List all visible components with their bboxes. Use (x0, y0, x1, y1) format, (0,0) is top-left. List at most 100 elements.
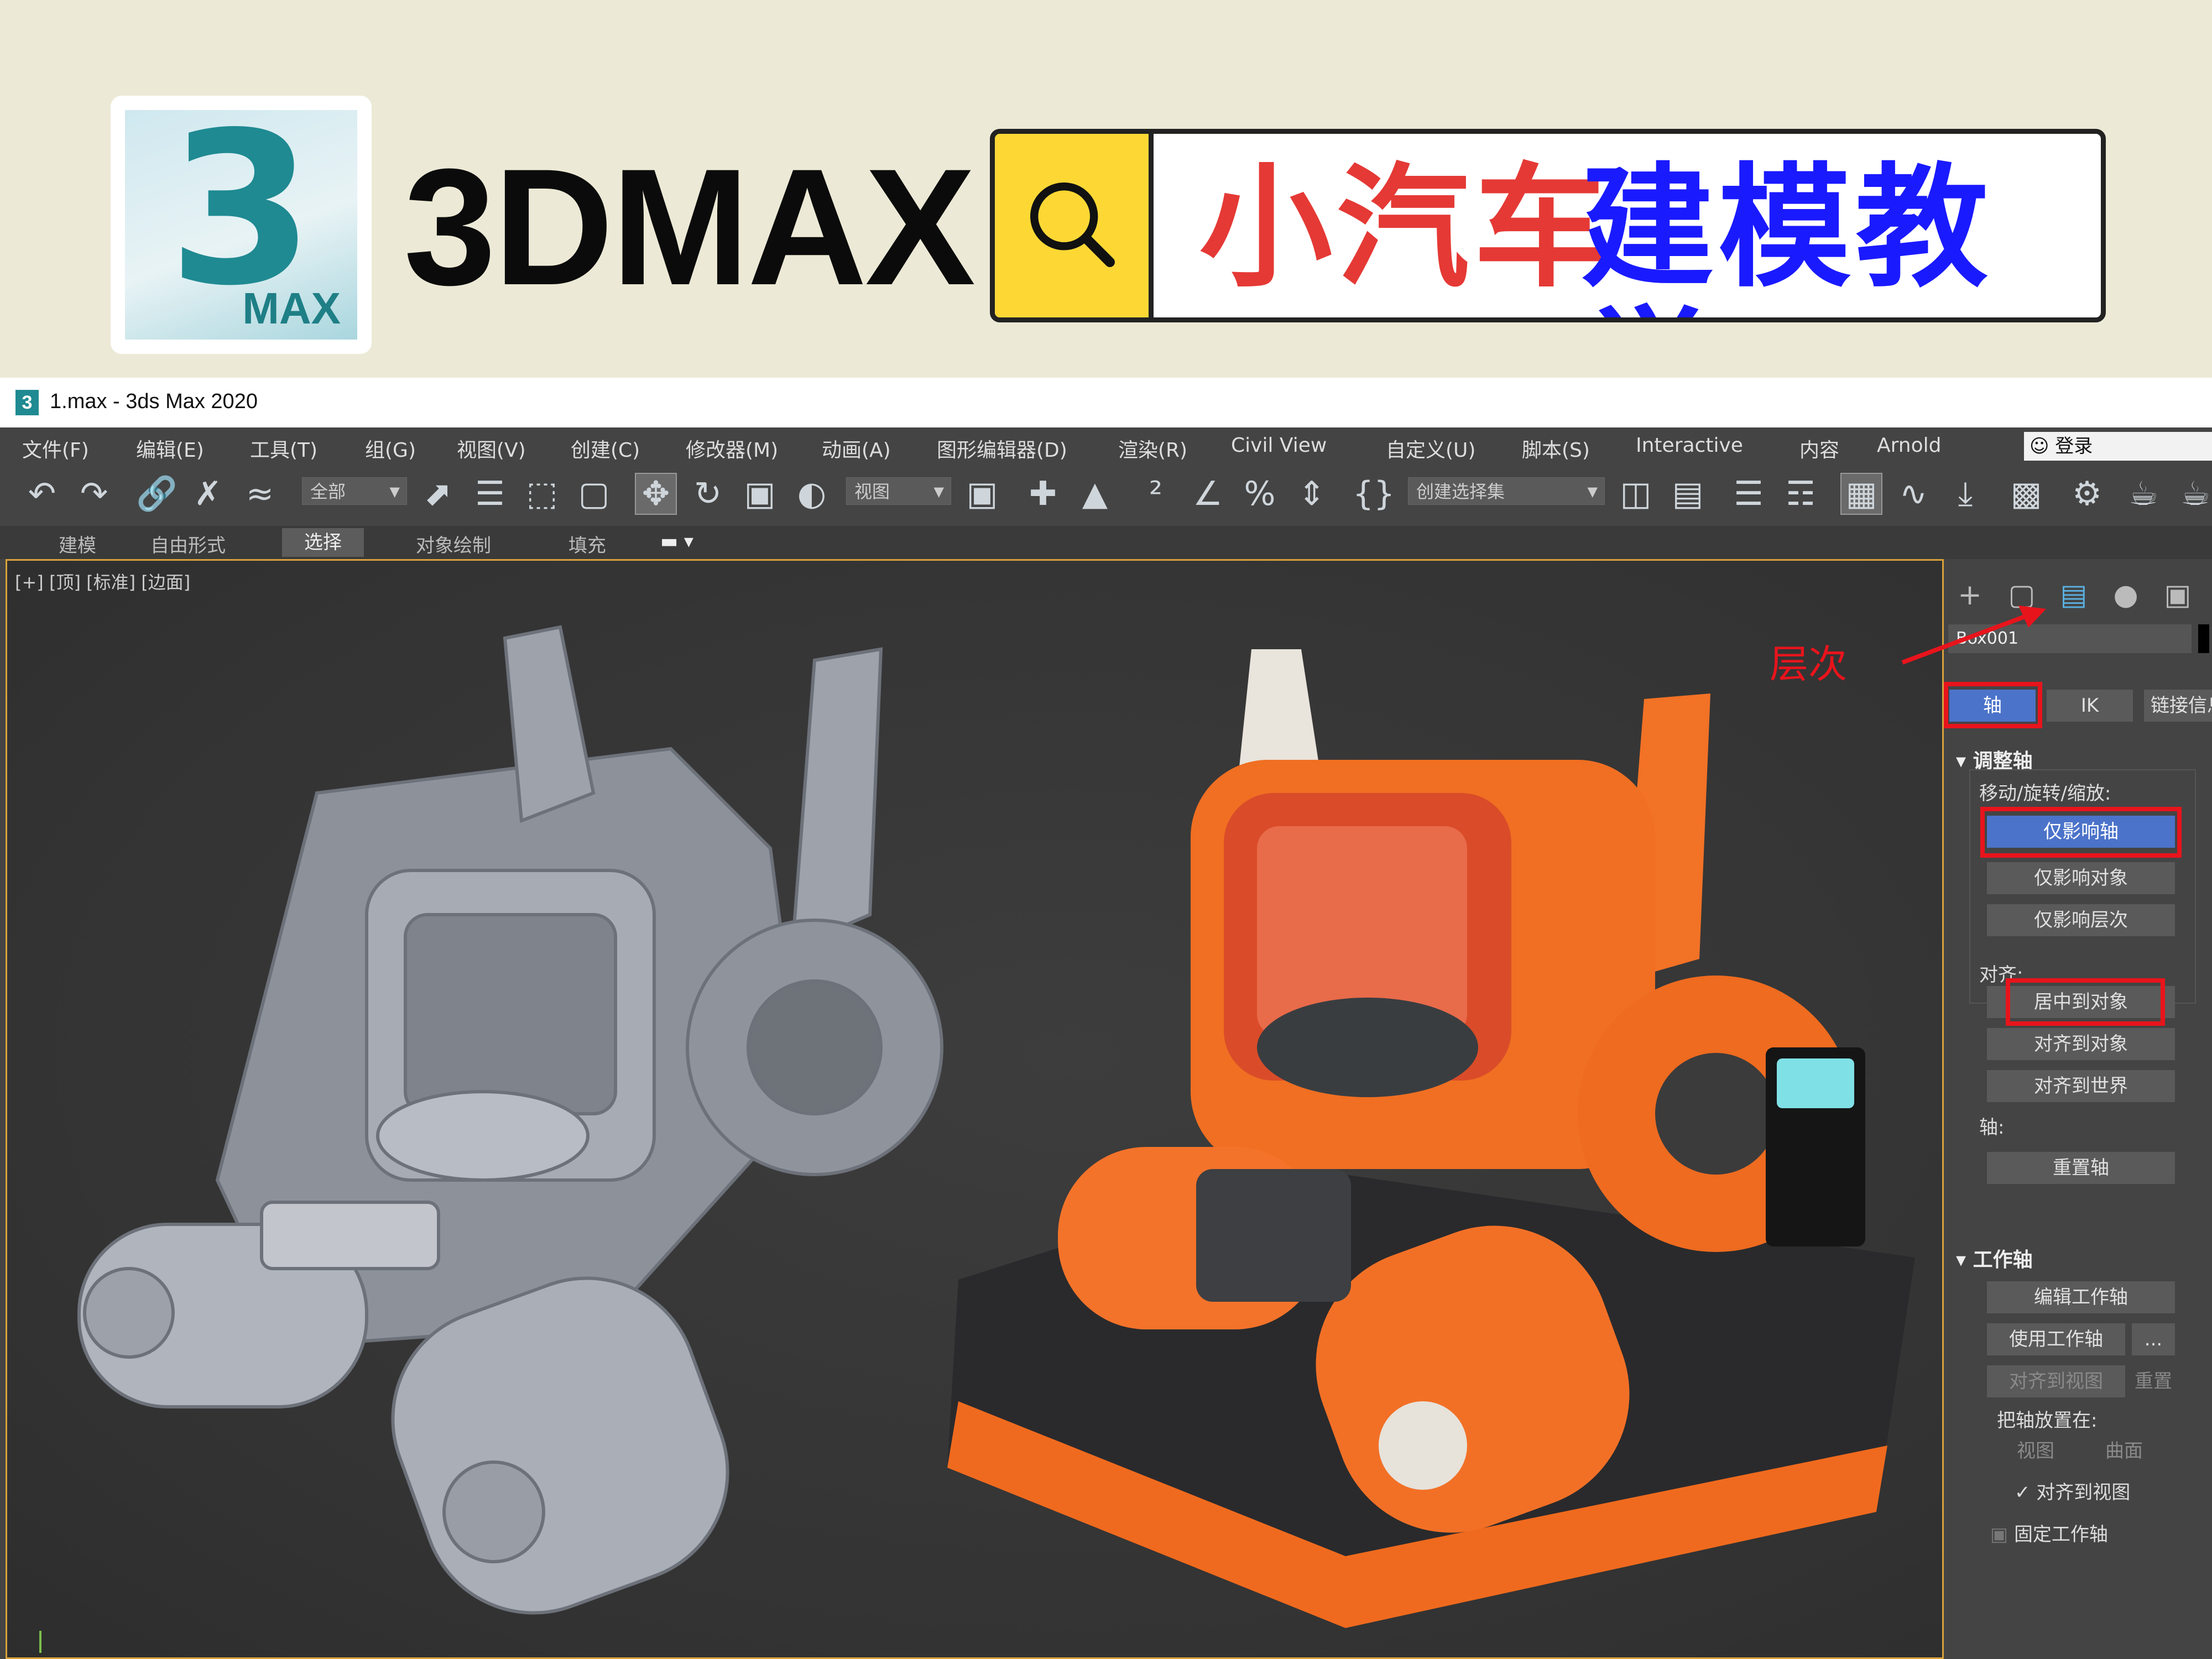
keyboard-shortcut-icon[interactable]: ▲ (1075, 474, 1115, 514)
login-label: 登录 (2055, 435, 2093, 457)
scene-explorer-icon[interactable]: ☰ (1729, 474, 1768, 514)
scene-render (39, 625, 1915, 1653)
menu-file[interactable]: 文件(F) (22, 434, 89, 463)
selection-filter-dropdown[interactable]: 全部 ▼ (302, 477, 407, 505)
mirror-icon[interactable]: ◫ (1616, 474, 1656, 514)
scale-icon[interactable]: ▣ (740, 474, 780, 514)
use-working-pivot-button[interactable]: 使用工作轴 (1987, 1323, 2125, 1355)
working-pivot-header[interactable]: ▾ 工作轴 (1956, 1244, 2033, 1272)
menu-animation[interactable]: 动画(A) (822, 434, 891, 463)
tab-ik[interactable]: IK (2047, 690, 2133, 722)
menu-content[interactable]: 内容 (1799, 434, 1839, 463)
reset-working-pivot-button[interactable]: 重置 (2132, 1365, 2175, 1397)
top-viewport[interactable]: [+] [顶] [标准] [边面] (6, 559, 1944, 1659)
command-panel: + ▢ ▤ ● ▣ Box001 轴 IK 链接信息 ▾ 调整轴 移动/旋转/缩… (1944, 559, 2212, 1659)
place-surface-button[interactable]: 曲面 (2085, 1435, 2163, 1467)
rotate-icon[interactable]: ↻ (688, 474, 728, 514)
motion-tab-icon[interactable]: ● (2106, 576, 2145, 614)
place-view-button[interactable]: 视图 (1997, 1435, 2074, 1467)
layer-explorer-icon[interactable]: ☶ (1781, 474, 1820, 514)
ribbon-tab-object-paint[interactable]: 对象绘制 (416, 530, 491, 557)
menu-arnold[interactable]: Arnold (1877, 434, 1942, 457)
highlight-center-to-object (2006, 978, 2165, 1026)
named-selection-icon[interactable]: {} (1353, 474, 1395, 514)
menu-group[interactable]: 组(G) (365, 434, 416, 463)
select-manipulate-icon[interactable]: ✚ (1023, 474, 1063, 514)
bind-space-warp-icon[interactable]: ≈ (240, 474, 280, 514)
menu-scripting[interactable]: 脚本(S) (1522, 434, 1590, 463)
named-selection-dropdown[interactable]: 创建选择集 ▼ (1408, 477, 1605, 505)
edit-working-pivot-button[interactable]: 编辑工作轴 (1987, 1281, 2175, 1313)
place-pivot-label: 把轴放置在: (1997, 1410, 2098, 1432)
lock-working-pivot-checkbox[interactable]: ▣ 固定工作轴 (1990, 1519, 2108, 1546)
menu-interactive[interactable]: Interactive (1636, 434, 1743, 457)
link-icon[interactable]: 🔗 (136, 474, 178, 514)
ribbon-tab-populate[interactable]: 填充 (568, 530, 606, 557)
display-tab-icon[interactable]: ▣ (2158, 576, 2197, 614)
highlight-affect-pivot (1980, 807, 2182, 858)
logo-text: MAX (242, 284, 341, 333)
select-object-icon[interactable]: ⬈ (418, 474, 458, 514)
menu-civil-view[interactable]: Civil View (1231, 434, 1327, 457)
title-bar: 3 1.max - 3ds Max 2020 (0, 378, 2212, 427)
menu-modifiers[interactable]: 修改器(M) (686, 434, 778, 463)
schematic-view-icon[interactable]: ⤓ (1945, 474, 1985, 514)
working-pivot-title: 工作轴 (1973, 1249, 2033, 1271)
create-tab-icon[interactable]: + (1950, 576, 1989, 614)
chevron-down-icon: ▼ (933, 484, 944, 499)
menu-graph-editors[interactable]: 图形编辑器(D) (937, 434, 1067, 463)
unlink-icon[interactable]: ✗ (188, 474, 228, 514)
undo-icon[interactable]: ↶ (22, 474, 62, 514)
ribbon-options-icon[interactable]: ▬ ▾ (660, 530, 693, 552)
login-button[interactable]: ☺ 登录 (2024, 432, 2212, 461)
menu-rendering[interactable]: 渲染(R) (1118, 434, 1187, 463)
menu-tools[interactable]: 工具(T) (250, 434, 317, 463)
snap-3d-icon[interactable]: ² (1136, 474, 1176, 514)
pivot-label: 轴: (1979, 1117, 2005, 1139)
chevron-down-icon: ▼ (389, 484, 400, 499)
app-icon: 3 (15, 390, 39, 415)
rect-selection-icon[interactable]: ⬚ (522, 474, 562, 514)
align-to-object-button[interactable]: 对齐到对象 (1987, 1028, 2175, 1060)
align-to-world-button[interactable]: 对齐到世界 (1987, 1070, 2175, 1102)
3dsmax-logo: 3 MAX (111, 96, 372, 354)
reset-pivot-button[interactable]: 重置轴 (1987, 1152, 2175, 1184)
window-crossing-icon[interactable]: ▢ (574, 474, 614, 514)
menu-views[interactable]: 视图(V) (457, 434, 526, 463)
align-icon[interactable]: ▤ (1668, 474, 1708, 514)
angle-snap-icon[interactable]: ∠ (1188, 474, 1228, 514)
reference-coord-dropdown[interactable]: 视图 ▼ (846, 477, 951, 505)
affect-hierarchy-only-button[interactable]: 仅影响层次 (1987, 904, 2175, 936)
working-pivot-options-button[interactable]: ... (2132, 1323, 2175, 1355)
object-name-field[interactable]: Box001 (1948, 624, 2192, 653)
selection-filter-value: 全部 (310, 481, 346, 502)
select-by-name-icon[interactable]: ☰ (470, 474, 510, 514)
hierarchy-tab-icon[interactable]: ▤ (2054, 576, 2093, 614)
menu-create[interactable]: 创建(C) (571, 434, 640, 463)
modify-tab-icon[interactable]: ▢ (2002, 576, 2041, 614)
align-to-view-button[interactable]: 对齐到视图 (1987, 1365, 2125, 1397)
align-to-view-checkbox[interactable]: ✓ 对齐到视图 (2015, 1477, 2130, 1504)
chevron-down-icon: ▼ (1587, 484, 1598, 499)
curve-editor-icon[interactable]: ∿ (1893, 474, 1933, 514)
ribbon-tab-freeform[interactable]: 自由形式 (150, 530, 226, 557)
percent-snap-icon[interactable]: % (1240, 474, 1280, 514)
menu-customize[interactable]: 自定义(U) (1386, 434, 1475, 463)
menu-edit[interactable]: 编辑(E) (136, 434, 204, 463)
place-icon[interactable]: ◐ (792, 474, 832, 514)
orange-car-model (947, 649, 1915, 1628)
tab-link-info[interactable]: 链接信息 (2144, 690, 2212, 722)
ribbon-icon[interactable]: ▦ (1840, 473, 1882, 515)
ribbon-tab-selection[interactable]: 选择 (282, 528, 364, 557)
render-setup-icon[interactable]: ⚙ (2067, 474, 2107, 514)
redo-icon[interactable]: ↷ (74, 474, 114, 514)
render-icon[interactable]: ☕ (2176, 474, 2212, 514)
object-color-swatch[interactable] (2198, 624, 2209, 653)
spinner-snap-icon[interactable]: ⇕ (1292, 474, 1332, 514)
affect-object-only-button[interactable]: 仅影响对象 (1987, 862, 2175, 894)
material-editor-icon[interactable]: ▩ (2006, 474, 2046, 514)
pivot-center-icon[interactable]: ▣ (962, 474, 1002, 514)
render-frame-icon[interactable]: ☕ (2124, 474, 2163, 514)
ribbon-tab-modeling[interactable]: 建模 (59, 530, 96, 557)
move-icon[interactable]: ✥ (635, 473, 677, 515)
